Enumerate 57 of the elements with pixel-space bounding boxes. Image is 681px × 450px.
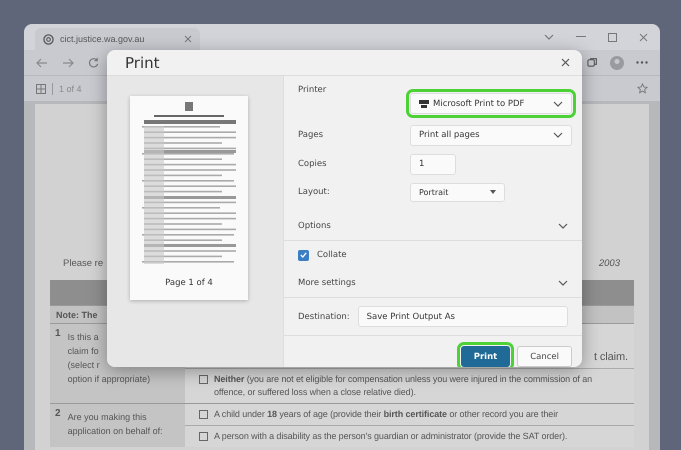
forward-arrow-icon[interactable] bbox=[62, 58, 74, 68]
pages-dropdown[interactable]: Print all pages bbox=[410, 124, 572, 146]
layout-dropdown[interactable]: Portrait bbox=[410, 182, 505, 202]
close-icon[interactable] bbox=[184, 35, 192, 43]
caret-icon bbox=[490, 190, 496, 194]
globe-icon bbox=[43, 34, 54, 44]
question-text: Are you making this application on behalf of: bbox=[68, 411, 164, 438]
close-icon[interactable] bbox=[561, 58, 570, 67]
option-text: A person with a disability as the person's guardian or administrator (provide the SAT order). bbox=[214, 430, 568, 443]
field-label: Copies bbox=[298, 159, 328, 169]
option-text: A child under 18 years of age (provide their birth certificate or other record you are their bbox=[214, 408, 558, 421]
page-label: Page 1 of 4 bbox=[165, 278, 213, 288]
checkbox[interactable] bbox=[199, 375, 208, 384]
field-label: Pages bbox=[298, 130, 324, 140]
question-text: option if appropriate) bbox=[68, 373, 152, 386]
copies-field[interactable]: 1 bbox=[410, 154, 456, 174]
note-text: Note: The bbox=[56, 310, 98, 320]
question-text: Is this a bbox=[68, 331, 100, 344]
chevron-down-icon bbox=[553, 132, 563, 138]
destination-field[interactable]: Save Print Output As bbox=[358, 306, 568, 327]
tab-title: cict.justice.wa.gov.au bbox=[60, 34, 146, 44]
field-label: Destination: bbox=[298, 312, 350, 322]
chevron-down-icon bbox=[558, 280, 568, 286]
browser-tab[interactable]: cict.justice.wa.gov.au bbox=[35, 28, 200, 50]
question-text: (select r bbox=[68, 359, 101, 372]
page-grid-icon[interactable] bbox=[36, 84, 46, 94]
page-indicator: 1 of 4 bbox=[59, 84, 82, 94]
collections-icon[interactable] bbox=[587, 57, 598, 68]
profile-avatar-icon[interactable] bbox=[610, 56, 624, 70]
field-label: Printer bbox=[298, 85, 328, 95]
intro-year: 2003 bbox=[598, 258, 620, 271]
question-number: 2 bbox=[55, 408, 61, 421]
maximize-icon[interactable] bbox=[608, 32, 617, 42]
section-label: Options bbox=[298, 221, 331, 231]
minimize-icon[interactable] bbox=[576, 36, 586, 38]
intro-text: Please re bbox=[63, 258, 104, 271]
field-label: Layout: bbox=[298, 187, 331, 197]
dialog-title: Print bbox=[125, 54, 160, 72]
chevron-down-icon bbox=[553, 100, 563, 106]
section-label: More settings bbox=[298, 278, 356, 288]
reload-icon[interactable] bbox=[88, 57, 99, 68]
checkbox[interactable] bbox=[199, 432, 208, 441]
cancel-button[interactable]: Cancel bbox=[517, 346, 572, 367]
chevron-down-icon bbox=[544, 34, 554, 40]
star-icon[interactable] bbox=[637, 83, 648, 94]
option-text: t claim. bbox=[594, 351, 628, 364]
option-text: Neither (you are not et eligible for compensation unless you were injured in the commission of an offence, or suffered loss when a close relative died). bbox=[214, 373, 594, 399]
checkbox-label: Collate bbox=[317, 250, 347, 260]
question-number: 1 bbox=[55, 328, 61, 341]
back-arrow-icon[interactable] bbox=[36, 58, 48, 68]
close-icon[interactable] bbox=[639, 32, 648, 42]
question-text: claim fo bbox=[68, 345, 100, 358]
collate-checkbox[interactable] bbox=[298, 250, 309, 260]
printer-icon bbox=[419, 100, 429, 108]
more-icon[interactable] bbox=[636, 61, 648, 64]
chevron-down-icon bbox=[558, 223, 568, 229]
checkbox[interactable] bbox=[199, 410, 208, 419]
